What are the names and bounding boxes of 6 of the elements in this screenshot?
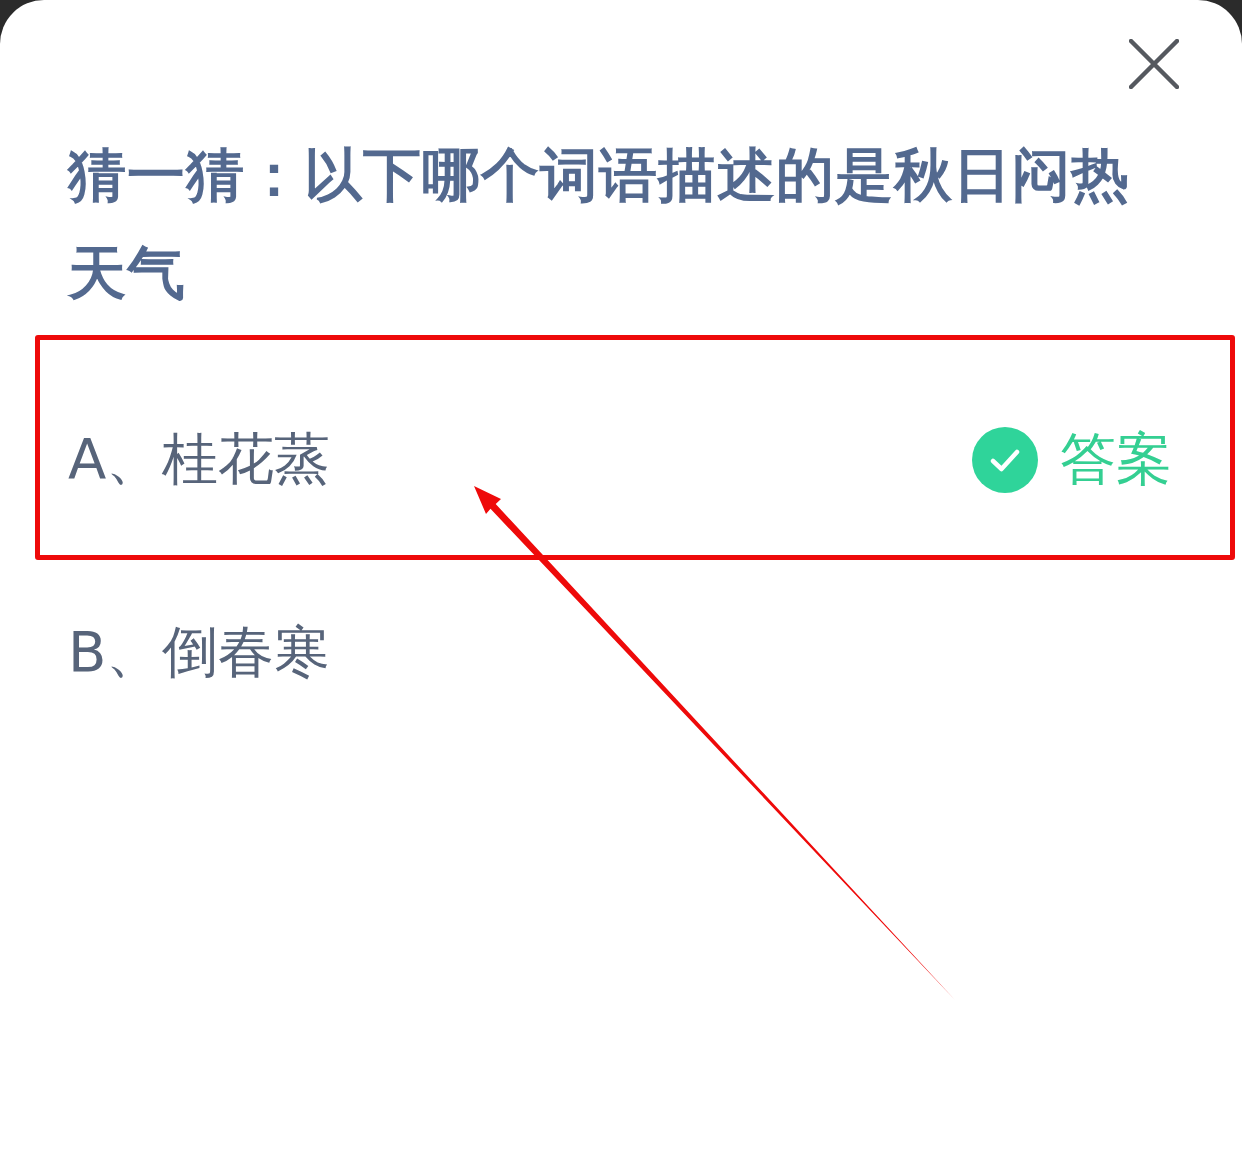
close-button[interactable]: [1128, 38, 1180, 90]
question-title: 猜一猜：以下哪个词语描述的是秋日闷热天气: [68, 140, 1131, 309]
answer-label: 答案: [1060, 424, 1172, 493]
close-icon: [1129, 39, 1179, 89]
option-label[interactable]: B、倒春寒: [68, 614, 331, 691]
option-label[interactable]: A、桂花蒸: [68, 421, 331, 498]
